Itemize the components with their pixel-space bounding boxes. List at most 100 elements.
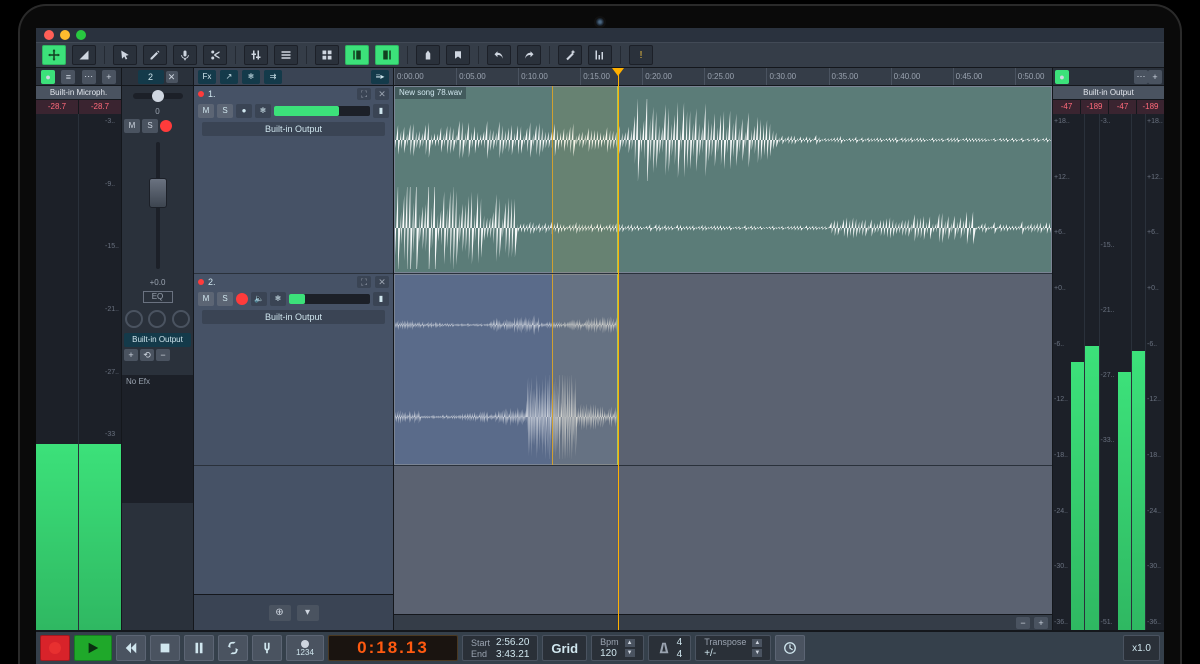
- solo-button[interactable]: S: [142, 119, 158, 133]
- output-add-icon[interactable]: +: [1148, 70, 1162, 84]
- tool-wand-icon[interactable]: [558, 45, 582, 65]
- track-header-2[interactable]: 2. ⛶ ✕ M S 🔈 ❄ ▮: [194, 274, 393, 466]
- undo-icon[interactable]: [487, 45, 511, 65]
- track-volume-slider[interactable]: [274, 106, 370, 116]
- timeline-empty-area[interactable]: [394, 466, 1052, 614]
- track-solo-button[interactable]: S: [217, 292, 233, 306]
- track-meter-icon[interactable]: ▮: [373, 104, 389, 118]
- track-volume-slider[interactable]: [289, 294, 370, 304]
- tool-move-icon[interactable]: [42, 45, 66, 65]
- mute-button[interactable]: M: [124, 119, 140, 133]
- playhead-cursor[interactable]: [618, 68, 619, 630]
- track-mute-button[interactable]: M: [198, 292, 214, 306]
- input-more-icon[interactable]: ⋯: [82, 70, 96, 84]
- tool-warning-icon[interactable]: !: [629, 45, 653, 65]
- input-menu-icon[interactable]: ≡: [61, 70, 75, 84]
- audio-clip-2[interactable]: [394, 274, 618, 465]
- tool-region-icon[interactable]: [446, 45, 470, 65]
- track-expand-icon[interactable]: ⛶: [357, 276, 371, 288]
- track-close-icon[interactable]: ✕: [375, 88, 389, 100]
- zoom-display[interactable]: x1.0: [1123, 635, 1160, 661]
- redo-icon[interactable]: [517, 45, 541, 65]
- track-monitor-icon[interactable]: ●: [236, 104, 252, 118]
- track-monitor-icon[interactable]: 🔈: [251, 292, 267, 306]
- send-knob-1[interactable]: [125, 310, 143, 328]
- channel-output-label[interactable]: Built-in Output: [124, 333, 191, 347]
- loop-button[interactable]: [218, 635, 248, 661]
- track-close-icon[interactable]: ✕: [375, 276, 389, 288]
- bpm-down-icon[interactable]: ▼: [625, 649, 635, 657]
- time-ruler[interactable]: 0:00.000:05.000:10.000:15.000:20.000:25.…: [394, 68, 1052, 86]
- tool-list-icon[interactable]: [274, 45, 298, 65]
- track-menu-icon[interactable]: ▾: [297, 605, 319, 621]
- track-mute-button[interactable]: M: [198, 104, 214, 118]
- tuning-fork-icon[interactable]: [252, 635, 282, 661]
- freeze-icon[interactable]: ❄: [242, 70, 260, 84]
- rewind-button[interactable]: [116, 635, 146, 661]
- clip-lane-1[interactable]: New song 78.wav: [394, 86, 1052, 274]
- output-more-icon[interactable]: ⋯: [1134, 70, 1148, 84]
- transpose-down-icon[interactable]: ▼: [752, 649, 762, 657]
- track-output-label[interactable]: Built-in Output: [202, 122, 385, 136]
- loop-range-display[interactable]: Start End 2:56.20 3:43.21: [462, 635, 538, 661]
- transpose-up-icon[interactable]: ▲: [752, 639, 762, 647]
- zoom-out-icon[interactable]: −: [1016, 617, 1030, 629]
- tool-snap-right-icon[interactable]: [375, 45, 399, 65]
- track-record-arm-button[interactable]: [236, 293, 248, 305]
- record-arm-button[interactable]: [160, 120, 172, 132]
- tool-mic-icon[interactable]: [173, 45, 197, 65]
- metronome-button[interactable]: 44: [648, 635, 692, 661]
- time-display[interactable]: 0:18.13: [328, 635, 458, 661]
- track-solo-button[interactable]: S: [217, 104, 233, 118]
- tool-cut-icon[interactable]: [203, 45, 227, 65]
- tool-gain-icon[interactable]: [72, 45, 96, 65]
- pan-slider[interactable]: [122, 86, 193, 106]
- transpose-display[interactable]: Transpose+/- ▲▼: [695, 635, 771, 661]
- add-track-icon[interactable]: ⊕: [269, 605, 291, 621]
- output-arm-button[interactable]: ●: [1055, 70, 1069, 84]
- clip-lane-2[interactable]: [394, 274, 1052, 466]
- minimize-window-button[interactable]: [60, 30, 70, 40]
- stop-button[interactable]: [150, 635, 180, 661]
- eq-button[interactable]: EQ: [143, 291, 173, 303]
- audio-clip-1[interactable]: New song 78.wav: [394, 86, 1052, 273]
- link-icon[interactable]: ⇉: [264, 70, 282, 84]
- grid-toggle-button[interactable]: Grid: [542, 635, 587, 661]
- tool-chart-icon[interactable]: [588, 45, 612, 65]
- tool-snap-left-icon[interactable]: [345, 45, 369, 65]
- play-button[interactable]: [74, 635, 112, 661]
- clock-icon[interactable]: [775, 635, 805, 661]
- fx-remove-icon[interactable]: −: [156, 349, 170, 361]
- fx-slot[interactable]: No Efx: [122, 375, 193, 502]
- bpm-up-icon[interactable]: ▲: [625, 639, 635, 647]
- track-header-1[interactable]: 1. ⛶ ✕ M S ● ❄ ▮ Buil: [194, 86, 393, 274]
- zoom-in-icon[interactable]: +: [1034, 617, 1048, 629]
- tool-draw-icon[interactable]: [143, 45, 167, 65]
- tool-mixer-icon[interactable]: [244, 45, 268, 65]
- track-freeze-icon[interactable]: ❄: [270, 292, 286, 306]
- collapse-icon[interactable]: ≡▸: [371, 70, 389, 84]
- track-output-label[interactable]: Built-in Output: [202, 310, 385, 324]
- channel-number[interactable]: 2: [138, 70, 164, 84]
- send-knob-2[interactable]: [148, 310, 166, 328]
- track-freeze-icon[interactable]: ❄: [255, 104, 271, 118]
- close-window-button[interactable]: [44, 30, 54, 40]
- track-meter-icon[interactable]: ▮: [373, 292, 389, 306]
- track-expand-icon[interactable]: ⛶: [357, 88, 371, 100]
- tool-grid-icon[interactable]: [315, 45, 339, 65]
- send-knob-3[interactable]: [172, 310, 190, 328]
- input-add-icon[interactable]: +: [102, 70, 116, 84]
- fx-add-icon[interactable]: +: [124, 349, 138, 361]
- zoom-window-button[interactable]: [76, 30, 86, 40]
- tool-marker-icon[interactable]: [416, 45, 440, 65]
- channel-fader[interactable]: [122, 134, 193, 277]
- counter-mode-button[interactable]: 1234: [286, 635, 324, 661]
- channel-close-icon[interactable]: ✕: [166, 71, 178, 83]
- pause-button[interactable]: [184, 635, 214, 661]
- fx-bypass-icon[interactable]: ⟲: [140, 349, 154, 361]
- record-button[interactable]: [40, 635, 70, 661]
- automation-icon[interactable]: ↗: [220, 70, 238, 84]
- fx-panel-button[interactable]: Fx: [198, 70, 216, 84]
- bpm-display[interactable]: Bpm120 ▲▼: [591, 635, 644, 661]
- input-arm-button[interactable]: ●: [41, 70, 55, 84]
